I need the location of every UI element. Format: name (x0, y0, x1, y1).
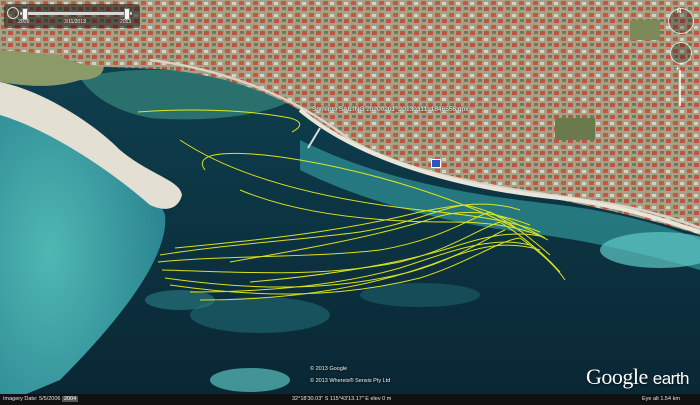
zoom-slider[interactable] (679, 70, 681, 106)
slider-track[interactable] (20, 12, 132, 15)
reef-patch (210, 368, 290, 392)
eye-altitude: Eye alt 1.54 km (642, 396, 680, 402)
clock-icon (7, 7, 19, 19)
copyright-google: © 2013 Google (310, 366, 348, 372)
status-bar: Imagery Date: 5/5/2006 2004 32°18'30.03"… (0, 394, 700, 405)
google-earth-logo: Google earth (586, 364, 690, 390)
slider-end-date: 2013 (120, 19, 132, 25)
logo-google-text: Google (586, 364, 648, 389)
imagery-date: Imagery Date: 5/5/2006 (3, 396, 61, 402)
road-shield-icon (431, 159, 441, 168)
slider-start-date: 2005 (18, 19, 30, 25)
cursor-coordinates: 32°18'30.03" S 115°43'13.17" E elev 0 m (292, 396, 392, 402)
north-indicator: N (677, 9, 682, 15)
logo-earth-text: earth (652, 369, 690, 388)
park (630, 20, 660, 40)
copyright-whereis: © 2013 Whereis® Sensis Pty Ltd (310, 378, 391, 384)
historical-imagery-slider[interactable]: 2005 3/11/2013 2013 (4, 4, 140, 28)
navigation-controls[interactable]: N + (668, 8, 694, 108)
satellite-map[interactable] (0, 0, 700, 405)
park (555, 118, 595, 140)
historical-year[interactable]: 2004 (62, 396, 79, 402)
track-placemark-label[interactable]: Sorrento SAILING 20200201_20130311_18465… (312, 106, 468, 113)
look-joystick[interactable] (670, 42, 692, 64)
slider-current-date: 3/11/2013 (64, 19, 86, 25)
